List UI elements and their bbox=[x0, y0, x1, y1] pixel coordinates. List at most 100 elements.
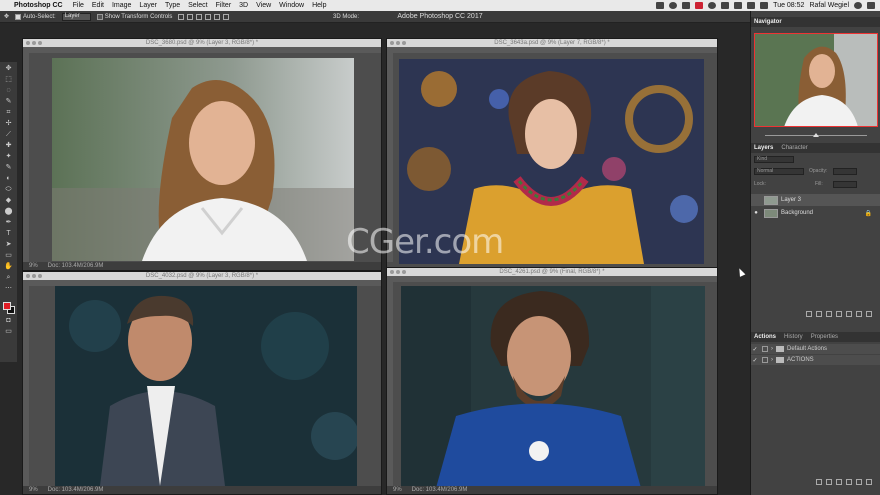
align-top-icon[interactable] bbox=[178, 13, 185, 20]
zoom-tool-icon[interactable]: ⌕ bbox=[4, 274, 14, 282]
menu-file[interactable]: File bbox=[73, 2, 84, 9]
zoom-level-4[interactable]: 9% bbox=[393, 486, 402, 494]
link-layers-icon[interactable] bbox=[806, 311, 812, 317]
record-icon[interactable] bbox=[826, 479, 832, 485]
tab-history[interactable]: History bbox=[784, 334, 803, 340]
menubar-clock[interactable]: Tue 08:52 bbox=[773, 2, 804, 9]
align-middle-icon[interactable] bbox=[187, 13, 194, 20]
move-tool-preset-icon[interactable]: ✥ bbox=[4, 13, 9, 20]
tab-character[interactable]: Character bbox=[781, 145, 807, 151]
layer-style-icon[interactable] bbox=[816, 311, 822, 317]
fill-field[interactable] bbox=[833, 181, 857, 188]
menu-view[interactable]: View bbox=[256, 2, 271, 9]
chevron-right-icon[interactable]: › bbox=[771, 357, 773, 363]
navigator-preview[interactable] bbox=[754, 33, 878, 127]
flag-icon[interactable] bbox=[760, 2, 769, 9]
align-left-icon[interactable] bbox=[205, 13, 212, 20]
status-sync-icon[interactable] bbox=[669, 2, 678, 9]
horizontal-ruler[interactable] bbox=[387, 47, 717, 53]
document-window-3[interactable]: DSC_4032.psd @ 9% (Layer 3, RGB/8*) * 9%… bbox=[22, 271, 382, 495]
document-tab-1[interactable]: DSC_3680.psd @ 9% (Layer 3, RGB/8*) * bbox=[23, 39, 381, 47]
tab-actions[interactable]: Actions bbox=[754, 334, 776, 340]
navigator-zoom-slider[interactable] bbox=[757, 133, 875, 137]
menu-layer[interactable]: Layer bbox=[139, 2, 157, 9]
status-mail-icon[interactable] bbox=[682, 2, 691, 9]
menu-window[interactable]: Window bbox=[279, 2, 304, 9]
align-center-icon[interactable] bbox=[214, 13, 221, 20]
dialog-toggle-icon[interactable] bbox=[762, 357, 768, 363]
zoom-slider-knob[interactable] bbox=[813, 133, 819, 137]
clone-stamp-tool-icon[interactable]: ✦ bbox=[4, 153, 14, 161]
auto-select-checkbox[interactable] bbox=[15, 13, 22, 20]
vertical-ruler[interactable] bbox=[387, 276, 393, 486]
zoom-icon[interactable] bbox=[38, 274, 42, 278]
horizontal-ruler[interactable] bbox=[387, 276, 717, 282]
align-bottom-icon[interactable] bbox=[196, 13, 203, 20]
lasso-tool-icon[interactable]: ◌ bbox=[4, 87, 14, 95]
status-gmail-icon[interactable] bbox=[695, 2, 704, 9]
close-icon[interactable] bbox=[390, 270, 394, 274]
shape-tool-icon[interactable]: ▭ bbox=[4, 252, 14, 260]
align-right-icon[interactable] bbox=[223, 13, 230, 20]
horizontal-ruler[interactable] bbox=[23, 47, 381, 53]
tab-navigator[interactable]: Navigator bbox=[754, 19, 782, 25]
zoom-icon[interactable] bbox=[38, 41, 42, 45]
notification-center-icon[interactable] bbox=[867, 2, 875, 9]
zoom-icon[interactable] bbox=[402, 41, 406, 45]
eyedropper-tool-icon[interactable]: ✢ bbox=[4, 120, 14, 128]
crop-tool-icon[interactable]: ⌗ bbox=[4, 109, 14, 117]
screen-mode-icon[interactable]: ▭ bbox=[4, 328, 14, 336]
photo-canvas-1[interactable] bbox=[52, 58, 354, 261]
minimize-icon[interactable] bbox=[396, 41, 400, 45]
path-select-tool-icon[interactable]: ➤ bbox=[4, 241, 14, 249]
menu-type[interactable]: Type bbox=[165, 2, 180, 9]
document-tab-3[interactable]: DSC_4032.psd @ 9% (Layer 3, RGB/8*) * bbox=[23, 272, 381, 280]
delete-action-icon[interactable] bbox=[866, 479, 872, 485]
chevron-right-icon[interactable]: › bbox=[771, 346, 773, 352]
dialog-toggle-icon[interactable] bbox=[762, 346, 768, 352]
brush-tool-icon[interactable]: ✚ bbox=[4, 142, 14, 150]
status-clock-icon[interactable] bbox=[708, 2, 717, 9]
minimize-icon[interactable] bbox=[396, 270, 400, 274]
spotlight-icon[interactable] bbox=[854, 2, 862, 9]
zoom-level-1[interactable]: 9% bbox=[29, 262, 38, 270]
blend-mode-select[interactable]: Normal bbox=[754, 168, 804, 175]
app-menu[interactable]: Photoshop CC bbox=[14, 2, 63, 9]
hand-tool-icon[interactable]: ✋ bbox=[4, 263, 14, 271]
photo-canvas-3[interactable] bbox=[55, 286, 357, 486]
new-set-icon[interactable] bbox=[846, 479, 852, 485]
check-icon[interactable]: ✓ bbox=[751, 357, 759, 364]
type-tool-icon[interactable]: T bbox=[4, 230, 14, 238]
delete-layer-icon[interactable] bbox=[866, 311, 872, 317]
zoom-level-3[interactable]: 9% bbox=[29, 486, 38, 494]
show-transform-checkbox[interactable] bbox=[96, 13, 103, 20]
layer-row-background[interactable]: ● Background 🔒 bbox=[751, 207, 880, 219]
minimize-icon[interactable] bbox=[32, 41, 36, 45]
close-icon[interactable] bbox=[26, 274, 30, 278]
healing-tool-icon[interactable]: ⟋ bbox=[4, 131, 14, 139]
layer-row-layer-3[interactable]: Layer 3 bbox=[751, 194, 880, 206]
status-app-icon[interactable] bbox=[656, 2, 665, 9]
quick-select-tool-icon[interactable]: ✎ bbox=[4, 98, 14, 106]
zoom-icon[interactable] bbox=[402, 270, 406, 274]
menu-3d[interactable]: 3D bbox=[239, 2, 248, 9]
eye-icon[interactable]: ● bbox=[751, 210, 761, 216]
play-icon[interactable] bbox=[836, 479, 842, 485]
document-tab-4[interactable]: DSC_4261.psd @ 9% (Final, RGB/8*) * bbox=[387, 268, 717, 276]
auto-select-toggle[interactable]: Auto-Select: bbox=[15, 13, 56, 20]
opacity-field[interactable] bbox=[833, 168, 857, 175]
stop-icon[interactable] bbox=[816, 479, 822, 485]
dodge-tool-icon[interactable]: ⬤ bbox=[4, 208, 14, 216]
quick-mask-icon[interactable]: ◘ bbox=[4, 317, 14, 325]
battery-icon[interactable] bbox=[747, 2, 756, 9]
new-layer-icon[interactable] bbox=[856, 311, 862, 317]
doc-size-3[interactable]: Doc: 103.4M/206.9M bbox=[48, 486, 104, 494]
foreground-color-swatch[interactable] bbox=[2, 302, 11, 310]
move-tool-icon[interactable]: ✥ bbox=[4, 65, 14, 73]
close-icon[interactable] bbox=[390, 41, 394, 45]
action-set-actions[interactable]: ✓ › ACTIONS bbox=[751, 355, 880, 365]
add-mask-icon[interactable] bbox=[826, 311, 832, 317]
auto-select-dropdown[interactable]: Layer bbox=[61, 12, 91, 21]
pen-tool-icon[interactable]: ✒ bbox=[4, 219, 14, 227]
menu-filter[interactable]: Filter bbox=[216, 2, 232, 9]
